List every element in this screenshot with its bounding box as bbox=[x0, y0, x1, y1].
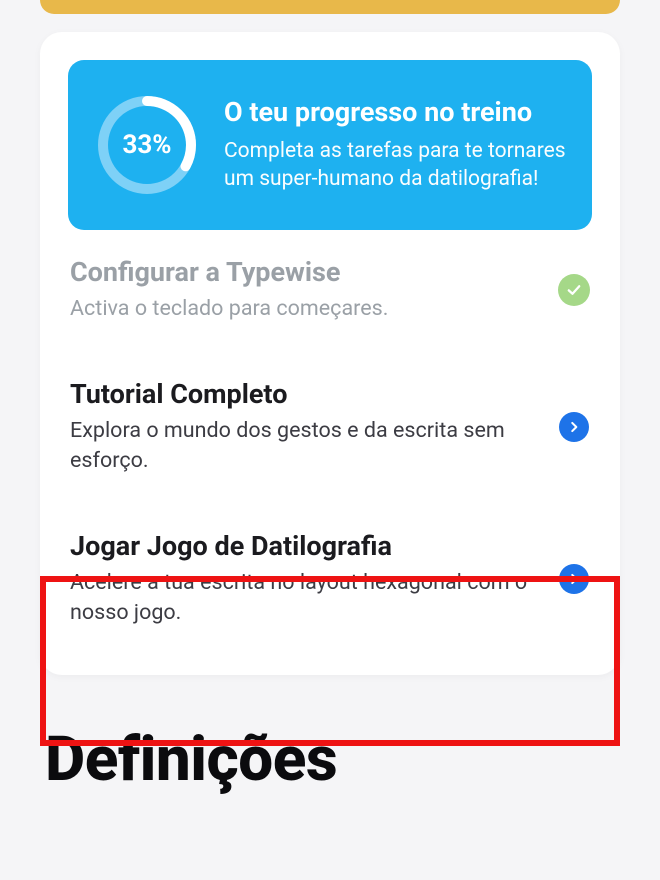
progress-subtitle: Completa as tarefas para te tornares um … bbox=[224, 137, 566, 194]
task-title: Jogar Jogo de Datilografia bbox=[70, 530, 544, 562]
progress-title: O teu progresso no treino bbox=[224, 96, 566, 129]
task-text-block: Configurar a Typewise Activa o teclado p… bbox=[70, 256, 544, 324]
training-progress-card: 33% O teu progresso no treino Completa a… bbox=[40, 32, 620, 675]
checkmark-icon bbox=[558, 274, 590, 306]
task-title: Tutorial Completo bbox=[70, 378, 544, 410]
task-title: Configurar a Typewise bbox=[70, 256, 544, 288]
task-subtitle: Explora o mundo dos gestos e da escrita … bbox=[70, 416, 544, 475]
task-row-configure[interactable]: Configurar a Typewise Activa o teclado p… bbox=[68, 230, 592, 352]
top-banner-strip bbox=[40, 0, 620, 14]
task-subtitle: Acelere a tua escrita no layout hexagona… bbox=[70, 568, 544, 627]
task-text-block: Jogar Jogo de Datilografia Acelere a tua… bbox=[70, 530, 544, 628]
section-heading-settings: Definições bbox=[45, 723, 620, 796]
progress-summary-box: 33% O teu progresso no treino Completa a… bbox=[68, 60, 592, 230]
task-text-block: Tutorial Completo Explora o mundo dos ge… bbox=[70, 378, 544, 476]
chevron-right-icon bbox=[558, 563, 590, 595]
task-subtitle: Activa o teclado para começares. bbox=[70, 294, 544, 324]
chevron-right-icon bbox=[558, 411, 590, 443]
task-row-tutorial[interactable]: Tutorial Completo Explora o mundo dos ge… bbox=[68, 352, 592, 504]
progress-ring: 33% bbox=[92, 90, 202, 200]
task-row-game[interactable]: Jogar Jogo de Datilografia Acelere a tua… bbox=[68, 504, 592, 656]
progress-percent-label: 33% bbox=[92, 90, 202, 200]
progress-text-block: O teu progresso no treino Completa as ta… bbox=[224, 96, 566, 194]
